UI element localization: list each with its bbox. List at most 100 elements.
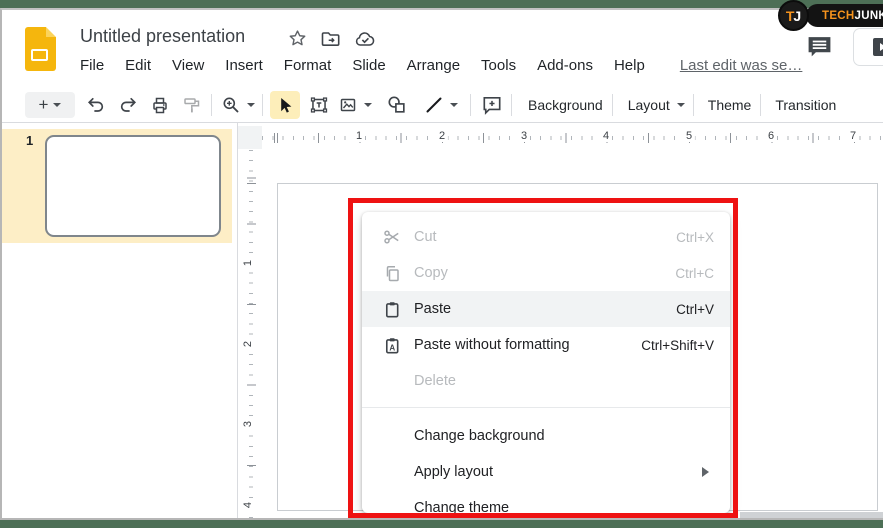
insert-image-button[interactable]	[338, 95, 372, 115]
menu-edit[interactable]: Edit	[125, 57, 151, 74]
brand-tech-text: TECH	[822, 10, 855, 22]
plus-icon: +	[39, 96, 49, 113]
context-menu-divider	[362, 407, 730, 408]
transition-button[interactable]: Transition	[766, 97, 845, 113]
context-item-shortcut: Ctrl+C	[675, 266, 714, 281]
frame-strip-bottom	[0, 520, 883, 528]
context-item-change-theme[interactable]: Change theme	[362, 490, 730, 513]
undo-button[interactable]	[86, 95, 106, 115]
horizontal-ruler: 1 2 3 4 5 6 7	[262, 126, 883, 149]
move-folder-icon[interactable]	[320, 30, 341, 48]
clipboard-letter-icon: A	[382, 335, 402, 355]
techjunkie-logo-icon: TJ	[778, 0, 809, 31]
submenu-arrow-icon	[702, 467, 714, 477]
select-tool-button[interactable]	[270, 91, 300, 119]
context-item-shortcut: Ctrl+Shift+V	[641, 338, 714, 353]
menu-bar: File Edit View Insert Format Slide Arran…	[80, 57, 802, 74]
ruler-corner	[238, 126, 262, 149]
background-button[interactable]: Background	[519, 97, 612, 113]
context-item-label: Change theme	[414, 500, 509, 513]
text-box-button[interactable]	[308, 94, 330, 116]
toolbar-divider	[612, 94, 613, 116]
slides-app-icon[interactable]	[25, 27, 56, 71]
cloud-saved-icon[interactable]	[354, 30, 377, 47]
context-item-label: Copy	[414, 265, 448, 281]
ruler-ticks	[247, 150, 256, 518]
context-item-paste-without-formatting[interactable]: A Paste without formatting Ctrl+Shift+V	[362, 327, 730, 363]
toolbar-divider	[511, 94, 512, 116]
context-item-apply-layout[interactable]: Apply layout	[362, 454, 730, 490]
vertical-ruler: 1 2 3 4	[240, 150, 262, 518]
ruler-number: 4	[600, 130, 612, 142]
ruler-number: 7	[847, 130, 859, 142]
comments-icon[interactable]	[806, 35, 833, 59]
chevron-down-icon[interactable]	[247, 103, 255, 111]
techjunkie-banner: TECHJUNKIE	[806, 4, 883, 27]
menu-addons[interactable]: Add-ons	[537, 57, 593, 74]
frame-strip-top	[0, 0, 883, 8]
menu-insert[interactable]: Insert	[225, 57, 263, 74]
layout-label: Layout	[619, 97, 679, 113]
slide-thumbnail[interactable]	[45, 135, 221, 237]
paint-format-icon[interactable]	[182, 95, 202, 115]
context-item-label: Change background	[414, 428, 545, 444]
ruler-number: 6	[765, 130, 777, 142]
insert-comment-button[interactable]	[481, 94, 503, 116]
zoom-button[interactable]	[221, 95, 255, 115]
ruler-number: 1	[240, 260, 256, 266]
layout-button[interactable]: Layout	[619, 97, 685, 113]
menu-slide[interactable]: Slide	[352, 57, 385, 74]
context-item-delete: Delete	[362, 363, 730, 399]
toolbar-divider	[693, 94, 694, 116]
context-item-label: Apply layout	[414, 464, 493, 480]
ruler-number: 3	[518, 130, 530, 142]
present-button[interactable]	[853, 28, 883, 66]
brand-monogram-j: J	[793, 8, 801, 24]
ruler-number: 2	[436, 130, 448, 142]
toolbar-divider	[262, 94, 263, 116]
theme-button[interactable]: Theme	[699, 97, 761, 113]
slide-number: 1	[26, 133, 33, 148]
menu-format[interactable]: Format	[284, 57, 332, 74]
menu-help[interactable]: Help	[614, 57, 645, 74]
print-button[interactable]	[150, 95, 170, 115]
insert-shape-button[interactable]	[386, 94, 408, 116]
clipboard-icon	[382, 299, 402, 319]
context-menu: Cut Ctrl+X Copy Ctrl+C Paste Ctrl+V A Pa…	[362, 212, 730, 513]
menu-arrange[interactable]: Arrange	[407, 57, 460, 74]
new-slide-button[interactable]: +	[25, 92, 75, 118]
canvas-scrollbar[interactable]	[740, 512, 883, 519]
insert-line-button[interactable]	[424, 95, 458, 115]
context-item-cut: Cut Ctrl+X	[362, 219, 730, 255]
menu-view[interactable]: View	[172, 57, 204, 74]
chevron-down-icon	[677, 103, 685, 111]
redo-button[interactable]	[118, 95, 138, 115]
context-item-shortcut: Ctrl+X	[676, 230, 714, 245]
toolbar: + Background Layout	[2, 88, 883, 123]
chevron-down-icon[interactable]	[450, 103, 458, 111]
panel-divider	[237, 123, 238, 519]
brand-junkie-text: JUNKIE	[855, 10, 883, 22]
menu-tools[interactable]: Tools	[481, 57, 516, 74]
context-item-change-background[interactable]: Change background	[362, 418, 730, 454]
chevron-down-icon[interactable]	[364, 103, 372, 111]
ruler-number: 1	[353, 130, 365, 142]
chevron-down-icon[interactable]	[53, 103, 61, 111]
document-title[interactable]: Untitled presentation	[80, 26, 245, 47]
last-edit-status[interactable]: Last edit was se…	[680, 57, 803, 74]
context-item-label: Delete	[414, 373, 456, 389]
context-item-paste[interactable]: Paste Ctrl+V	[362, 291, 730, 327]
context-item-shortcut: Ctrl+V	[676, 302, 714, 317]
context-item-copy: Copy Ctrl+C	[362, 255, 730, 291]
star-icon[interactable]	[288, 29, 307, 48]
ruler-number: 4	[240, 502, 256, 508]
present-icon	[873, 38, 883, 56]
ruler-number: 5	[683, 130, 695, 142]
ruler-number: 2	[240, 341, 256, 347]
scissors-icon	[382, 227, 402, 247]
ruler-number: 3	[240, 421, 256, 427]
svg-text:A: A	[389, 343, 395, 352]
menu-file[interactable]: File	[80, 57, 104, 74]
context-item-label: Cut	[414, 229, 437, 245]
toolbar-divider	[470, 94, 471, 116]
